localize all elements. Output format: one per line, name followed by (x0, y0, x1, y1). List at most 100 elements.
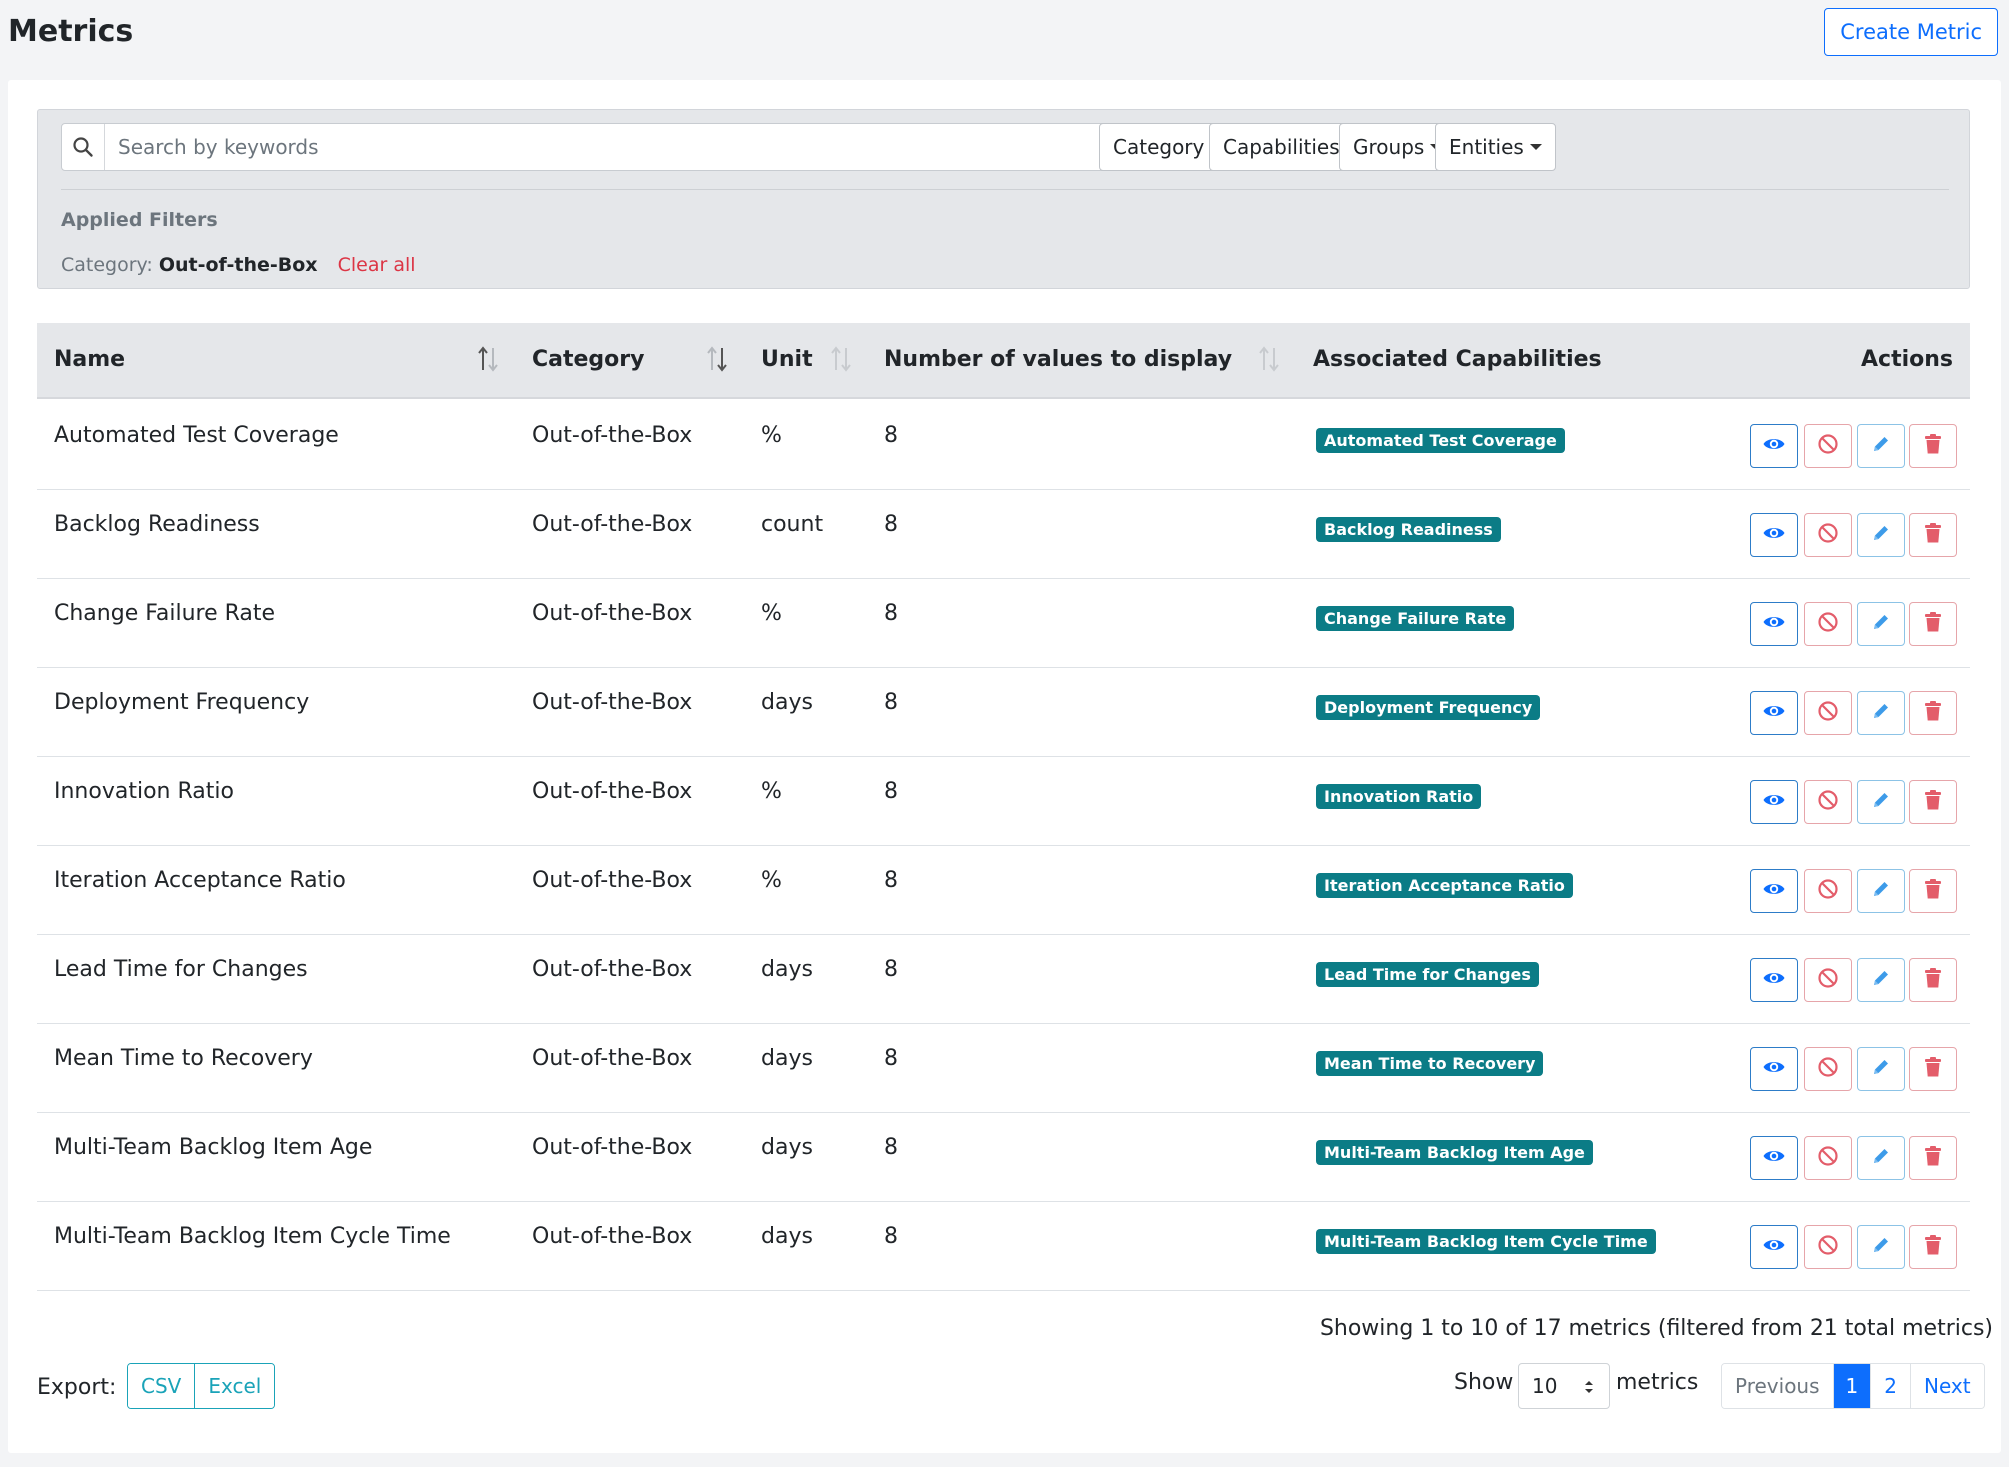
metric-category: Out-of-the-Box (532, 423, 693, 448)
edit-button[interactable] (1857, 780, 1905, 824)
column-header-values[interactable]: Number of values to display (884, 323, 1232, 397)
edit-button[interactable] (1857, 513, 1905, 557)
edit-button[interactable] (1857, 958, 1905, 1002)
view-button[interactable] (1750, 1225, 1798, 1269)
disable-button[interactable] (1804, 424, 1852, 468)
trash-icon (1923, 789, 1943, 815)
capability-badge: Multi-Team Backlog Item Age (1316, 1140, 1593, 1165)
disable-button[interactable] (1804, 958, 1852, 1002)
applied-filter-value: Out-of-the-Box (158, 254, 318, 276)
view-button[interactable] (1750, 1136, 1798, 1180)
page-size-suffix: metrics (1616, 1370, 1699, 1395)
page-title: Metrics (8, 14, 134, 49)
ban-icon (1817, 878, 1839, 904)
delete-button[interactable] (1909, 869, 1957, 913)
metric-unit: % (761, 423, 782, 448)
export-excel-button[interactable]: Excel (194, 1364, 275, 1408)
pagination-page-2[interactable]: 2 (1870, 1364, 1910, 1408)
trash-icon (1923, 878, 1943, 904)
disable-button[interactable] (1804, 1225, 1852, 1269)
pagination-previous[interactable]: Previous (1722, 1364, 1833, 1408)
edit-button[interactable] (1857, 602, 1905, 646)
delete-button[interactable] (1909, 602, 1957, 646)
table-row: Multi-Team Backlog Item Cycle Time Out-of… (37, 1202, 1970, 1291)
table-info: Showing 1 to 10 of 17 metrics (filtered … (1319, 1316, 1993, 1341)
delete-button[interactable] (1909, 1136, 1957, 1180)
sort-icon[interactable] (704, 345, 730, 373)
delete-button[interactable] (1909, 1225, 1957, 1269)
view-button[interactable] (1750, 1047, 1798, 1091)
pencil-icon (1870, 1145, 1892, 1171)
ban-icon (1817, 1145, 1839, 1171)
view-button[interactable] (1750, 513, 1798, 557)
edit-button[interactable] (1857, 869, 1905, 913)
delete-button[interactable] (1909, 780, 1957, 824)
delete-button[interactable] (1909, 691, 1957, 735)
trash-icon (1923, 522, 1943, 548)
caret-down-icon (1529, 144, 1542, 150)
disable-button[interactable] (1804, 780, 1852, 824)
disable-button[interactable] (1804, 602, 1852, 646)
disable-button[interactable] (1804, 1136, 1852, 1180)
export-button-group: CSV Excel (127, 1363, 276, 1409)
pencil-icon (1870, 967, 1892, 993)
metric-values-count: 8 (884, 1135, 898, 1160)
filter-divider (61, 189, 1949, 190)
export-csv-button[interactable]: CSV (128, 1364, 195, 1408)
view-button[interactable] (1750, 602, 1798, 646)
delete-button[interactable] (1909, 1047, 1957, 1091)
sort-icon[interactable] (828, 345, 854, 373)
metric-category: Out-of-the-Box (532, 1046, 693, 1071)
view-button[interactable] (1750, 424, 1798, 468)
metric-unit: % (761, 601, 782, 626)
edit-button[interactable] (1857, 1225, 1905, 1269)
view-button[interactable] (1750, 958, 1798, 1002)
metric-name: Mean Time to Recovery (54, 1046, 313, 1071)
column-header-unit[interactable]: Unit (761, 323, 813, 397)
delete-button[interactable] (1909, 513, 1957, 557)
eye-icon (1762, 610, 1786, 638)
pagination-page-1[interactable]: 1 (1832, 1364, 1871, 1408)
view-button[interactable] (1750, 869, 1798, 913)
table-row: Change Failure Rate Out-of-the-Box% 8 Chang… (37, 579, 1970, 668)
column-header-category[interactable]: Category (532, 323, 644, 397)
capability-badge: Lead Time for Changes (1316, 962, 1539, 987)
trash-icon (1923, 611, 1943, 637)
disable-button[interactable] (1804, 691, 1852, 735)
disable-button[interactable] (1804, 869, 1852, 913)
clear-all-link[interactable]: Clear all (338, 254, 416, 276)
edit-button[interactable] (1857, 424, 1905, 468)
column-header-capabilities: Associated Capabilities (1313, 347, 1602, 372)
pencil-icon (1870, 611, 1892, 637)
eye-icon (1762, 432, 1786, 460)
column-header-name[interactable]: Name (54, 323, 125, 397)
edit-button[interactable] (1857, 691, 1905, 735)
metric-name: Automated Test Coverage (54, 423, 339, 448)
edit-button[interactable] (1857, 1136, 1905, 1180)
delete-button[interactable] (1909, 958, 1957, 1002)
ban-icon (1817, 967, 1839, 993)
entities-filter-dropdown[interactable]: Entities (1435, 123, 1556, 171)
capability-badge: Innovation Ratio (1316, 784, 1482, 809)
eye-icon (1762, 788, 1786, 816)
applied-filter-label: Category: (61, 254, 153, 276)
metric-unit: days (761, 1046, 813, 1071)
disable-button[interactable] (1804, 1047, 1852, 1091)
table-header: Name Category Unit Number of values to d… (37, 323, 1970, 399)
select-arrows-icon (1585, 1381, 1593, 1393)
capability-badge: Automated Test Coverage (1316, 428, 1565, 453)
sort-icon[interactable] (1256, 345, 1282, 373)
view-button[interactable] (1750, 780, 1798, 824)
edit-button[interactable] (1857, 1047, 1905, 1091)
delete-button[interactable] (1909, 424, 1957, 468)
metric-name: Backlog Readiness (54, 512, 260, 537)
sort-icon[interactable] (475, 345, 501, 373)
pagination-next[interactable]: Next (1910, 1364, 1984, 1408)
applied-filters-row: Category: Out-of-the-Box Clear all (61, 254, 416, 276)
trash-icon (1923, 967, 1943, 993)
view-button[interactable] (1750, 691, 1798, 735)
page-size-select[interactable]: 10 (1518, 1363, 1610, 1409)
pencil-icon (1870, 1234, 1892, 1260)
disable-button[interactable] (1804, 513, 1852, 557)
create-metric-button[interactable]: Create Metric (1824, 8, 1998, 56)
